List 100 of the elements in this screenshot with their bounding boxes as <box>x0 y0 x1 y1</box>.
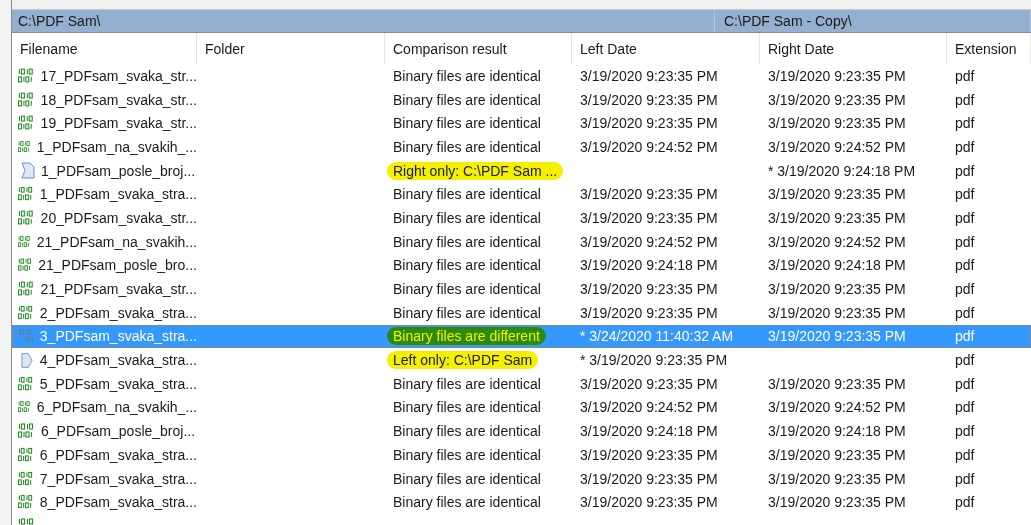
right-date: 3/19/2020 9:23:35 PM <box>768 281 906 298</box>
filename: 18_PDFsam_svaka_str... <box>40 91 197 108</box>
filename: 1_PDFsam_svaka_stra... <box>39 186 197 203</box>
binary-diff-icon <box>18 328 36 345</box>
right-date: 3/19/2020 9:23:35 PM <box>768 186 906 203</box>
file-row[interactable]: 18_PDFsam_svaka_str... Binary files are identical 3/19/2020 9:23:35 PM 3/19/2020 9:23:35 PM pdf <box>12 87 1031 112</box>
filename: 21_PDFsam_posle_bro... <box>38 257 197 274</box>
file-row[interactable]: 7_PDFsam_svaka_stra... Binary files are identical 3/19/2020 9:23:35 PM 3/19/2020 9:23:35 PM pdf <box>12 466 1031 491</box>
file-row[interactable]: 6_PDFsam_posle_broj... Binary files are identical 3/19/2020 9:24:18 PM 3/19/2020 9:24:18 PM pdf <box>12 419 1031 443</box>
comparison-result: Binary files are identical <box>393 375 541 392</box>
left-date: 3/19/2020 9:23:35 PM <box>580 470 718 487</box>
extension: pdf <box>955 209 975 226</box>
column-header[interactable]: Left Date <box>572 33 760 64</box>
filename: 21_PDFsam_na_svakih... <box>36 233 197 250</box>
extension: pdf <box>955 138 975 155</box>
comparison-result: Binary files are identical <box>393 423 541 440</box>
extension: pdf <box>955 399 975 416</box>
left-date: 3/19/2020 9:23:35 PM <box>580 209 718 226</box>
comparison-result: Binary files are identical <box>393 470 541 487</box>
filename: 1_PDFsam_posle_broj... <box>41 162 196 179</box>
file-icon <box>21 351 34 369</box>
comparison-result: Binary files are identical <box>393 67 541 84</box>
left-date: 3/19/2020 9:24:52 PM <box>580 233 718 250</box>
filename: 19_PDFsam_svaka_str... <box>40 115 197 132</box>
extension: pdf <box>955 91 975 108</box>
extension: pdf <box>955 162 975 179</box>
comparison-result: Binary files are identical <box>393 186 541 203</box>
filename: 2_PDFsam_svaka_stra... <box>39 304 197 321</box>
right-date: 3/19/2020 9:23:35 PM <box>768 494 906 511</box>
left-date: 3/19/2020 9:24:52 PM <box>580 399 718 416</box>
column-header[interactable]: Comparison result <box>385 33 572 64</box>
right-date: 3/19/2020 9:24:18 PM <box>768 423 906 440</box>
right-date: 3/19/2020 9:23:35 PM <box>768 328 906 345</box>
column-header[interactable]: Right Date <box>760 33 947 64</box>
file-row[interactable]: 21_PDFsam_na_svakih... Binary files are identical 3/19/2020 9:24:52 PM 3/19/2020 9:24:52 PM pdf <box>12 229 1031 254</box>
extension: pdf <box>955 352 975 369</box>
left-date: 3/19/2020 9:23:35 PM <box>580 115 718 132</box>
filename: 17_PDFsam_svaka_str... <box>40 67 197 84</box>
file-row[interactable]: 20_PDFsam_svaka_str... Binary files are identical 3/19/2020 9:23:35 PM 3/19/2020 9:23:35 PM pdf <box>12 206 1031 230</box>
file-row[interactable]: 6_PDFsam_svaka_stra... Binary files are identical 3/19/2020 9:23:35 PM 3/19/2020 9:23:35 PM pdf <box>12 443 1031 467</box>
right-date: 3/19/2020 9:23:35 PM <box>768 446 906 463</box>
filename: 6_PDFsam_svaka_stra... <box>39 446 197 463</box>
comparison-result: Binary files are identical <box>393 399 541 416</box>
right-date: 3/19/2020 9:23:35 PM <box>768 470 906 487</box>
filename: 6_PDFsam_na_svakih_... <box>36 399 197 416</box>
file-row[interactable]: 21_PDFsam_svaka_str... Binary files are identical 3/19/2020 9:23:35 PM 3/19/2020 9:23:35 PM pdf <box>12 277 1031 301</box>
right-date: 3/19/2020 9:24:52 PM <box>768 138 906 155</box>
file-row[interactable]: 3_PDFsam_svaka_stra... Binary files are different * 3/24/2020 11:40:32 AM 3/19/2020 9:23:35 PM pdf <box>12 324 1031 349</box>
file-row[interactable]: 4_PDFsam_svaka_stra... Left only: C:\PDF Sam * 3/19/2020 9:23:35 PM pdf <box>12 348 1031 372</box>
filename: 21_PDFsam_svaka_str... <box>40 281 197 298</box>
extension: pdf <box>955 67 975 84</box>
comparison-result: Binary files are identical <box>393 494 541 511</box>
right-date: 3/19/2020 9:23:35 PM <box>768 67 906 84</box>
extension: pdf <box>955 446 975 463</box>
extension: pdf <box>955 115 975 132</box>
column-header[interactable]: Extension <box>947 33 1031 64</box>
file-row[interactable]: 17_PDFsam_svaka_str... Binary files are identical 3/19/2020 9:23:35 PM 3/19/2020 9:23:35 PM pdf <box>12 64 1031 88</box>
file-icon <box>21 162 35 180</box>
binary-file-icon <box>18 138 33 155</box>
right-date: 3/19/2020 9:23:35 PM <box>768 304 906 321</box>
filename: 8_PDFsam_svaka_stra... <box>39 494 197 511</box>
file-row[interactable]: 8_PDFsam_svaka_stra... Binary files are identical 3/19/2020 9:23:35 PM 3/19/2020 9:23:35 PM pdf <box>12 490 1031 515</box>
left-date: 3/19/2020 9:23:35 PM <box>580 186 718 203</box>
comparison-result: Binary files are identical <box>393 138 541 155</box>
comparison-result: Binary files are identical <box>393 257 541 274</box>
file-row[interactable]: 2_PDFsam_svaka_stra... Binary files are identical 3/19/2020 9:23:35 PM 3/19/2020 9:23:35 PM pdf <box>12 300 1031 325</box>
filename: 5_PDFsam_svaka_stra... <box>39 375 197 392</box>
right-date: 3/19/2020 9:24:52 PM <box>768 233 906 250</box>
left-date: * 3/19/2020 9:23:35 PM <box>580 352 728 369</box>
right-date: 3/19/2020 9:23:35 PM <box>768 375 906 392</box>
right-date: 3/19/2020 9:23:35 PM <box>768 209 906 226</box>
left-date: 3/19/2020 9:24:18 PM <box>580 423 718 440</box>
extension: pdf <box>955 257 975 274</box>
right-date: 3/19/2020 9:23:35 PM <box>768 91 906 108</box>
filename: 3_PDFsam_svaka_stra... <box>39 328 197 345</box>
file-row[interactable]: 19_PDFsam_svaka_str... Binary files are identical 3/19/2020 9:23:35 PM 3/19/2020 9:23:35 PM pdf <box>12 111 1031 136</box>
left-date: 3/19/2020 9:23:35 PM <box>580 375 718 392</box>
extension: pdf <box>955 494 975 511</box>
right-date: * 3/19/2020 9:24:18 PM <box>768 162 916 179</box>
file-row[interactable]: 1_PDFsam_posle_broj... Right only: C:\PDF Sam ... * 3/19/2020 9:24:18 PM pdf <box>12 158 1031 183</box>
binary-file-icon <box>18 233 33 250</box>
left-date: * 3/24/2020 11:40:32 AM <box>580 328 734 345</box>
file-row[interactable]: 1_PDFsam_svaka_stra... Binary files are identical 3/19/2020 9:23:35 PM 3/19/2020 9:23:35 PM pdf <box>12 182 1031 207</box>
filename: 4_PDFsam_svaka_stra... <box>39 352 197 369</box>
left-date: 3/19/2020 9:23:35 PM <box>580 494 718 511</box>
extension: pdf <box>955 186 975 203</box>
right-date: 3/19/2020 9:24:18 PM <box>768 257 906 274</box>
file-row[interactable]: 1_PDFsam_na_svakih_... Binary files are identical 3/19/2020 9:24:52 PM 3/19/2020 9:24:52 PM pdf <box>12 135 1031 159</box>
file-row[interactable]: 6_PDFsam_na_svakih_... Binary files are identical 3/19/2020 9:24:52 PM 3/19/2020 9:24:52 PM pdf <box>12 395 1031 420</box>
comparison-result: Left only: C:\PDF Sam <box>387 351 539 370</box>
comparison-result: Binary files are identical <box>393 91 541 108</box>
left-date: 3/19/2020 9:24:52 PM <box>580 138 718 155</box>
column-header[interactable]: Folder <box>197 33 385 64</box>
column-header[interactable]: Filename <box>12 33 197 64</box>
comparison-result: Binary files are identical <box>393 209 541 226</box>
left-date: 3/19/2020 9:23:35 PM <box>580 281 718 298</box>
left-date: 3/19/2020 9:23:35 PM <box>580 446 718 463</box>
extension: pdf <box>955 470 975 487</box>
file-row[interactable]: 5_PDFsam_svaka_stra... Binary files are identical 3/19/2020 9:23:35 PM 3/19/2020 9:23:35 PM pdf <box>12 371 1031 396</box>
file-row[interactable]: 21_PDFsam_posle_bro... Binary files are identical 3/19/2020 9:24:18 PM 3/19/2020 9:24:18 PM pdf <box>12 253 1031 278</box>
